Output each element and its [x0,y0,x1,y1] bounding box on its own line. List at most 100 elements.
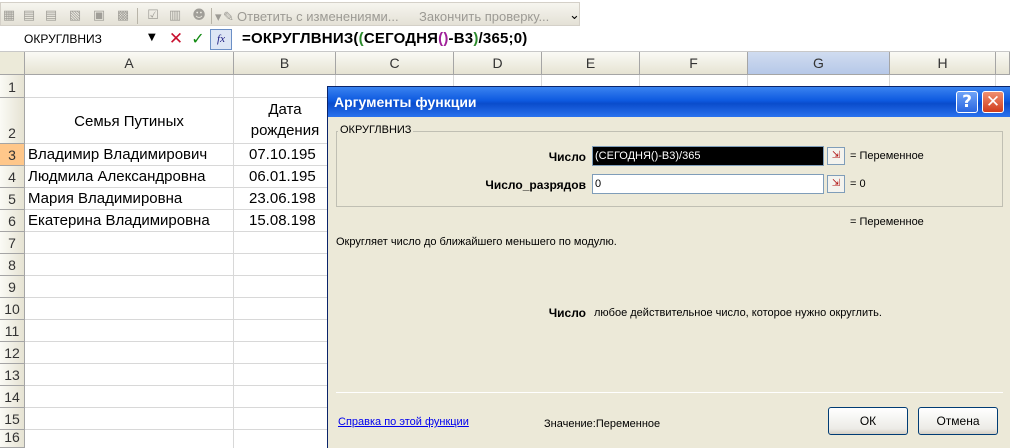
column-header-c[interactable]: C [336,52,454,75]
column-header-b[interactable]: B [234,52,336,75]
row-number: 10 [4,301,20,317]
row-number: 4 [8,169,16,185]
name-box-value: ОКРУГЛВНИЗ [24,32,102,46]
row-header-9[interactable]: 9 [0,276,25,298]
toolbar-separator [211,8,212,24]
row-number: 6 [8,213,16,229]
show-comment-icon[interactable]: ▧ [67,8,83,24]
cell-a2[interactable]: Семья Путиных [25,113,233,130]
row-header-6[interactable]: 6 [0,210,25,232]
row-number: 9 [8,279,16,295]
cell-b5[interactable]: 23.06.198 [249,190,335,207]
arg-desc-label: Число [548,306,586,320]
ok-button[interactable]: ОК [828,407,908,435]
next-comment-icon[interactable]: ▤ [43,8,59,24]
column-header-g[interactable]: G [748,52,890,75]
cell-b2-line1[interactable]: Дата [235,101,335,118]
row-header-11[interactable]: 11 [0,320,25,342]
send-icon[interactable]: ☻ [191,8,207,24]
name-box-dropdown-icon[interactable]: ▼ [148,32,156,43]
function-help-link[interactable]: Справка по этой функции [338,416,469,428]
arg-label-number: Число [548,150,586,164]
row-header-15[interactable]: 15 [0,408,25,430]
dialog-title: Аргументы функции [334,94,477,110]
row-number: 3 [8,147,16,163]
delete-comment-icon[interactable]: ▩ [115,8,131,24]
column-header-e[interactable]: E [542,52,640,75]
result-value-label: Значение: [544,418,596,430]
row-header-12[interactable]: 12 [0,342,25,364]
create-task-icon[interactable]: ☑ [145,8,161,24]
cell-b3[interactable]: 07.10.195 [249,146,335,163]
cell-a4[interactable]: Людмила Александровна [28,168,232,185]
formula-part: /365;0) [478,30,528,47]
formula-part: =ОКРУГЛВНИЗ( [242,30,359,47]
row-number: 2 [8,125,16,141]
row-number: 5 [8,191,16,207]
row-header-13[interactable]: 13 [0,364,25,386]
row-header-3[interactable]: 3 [0,144,25,166]
reviewing-icon[interactable]: ▦ [1,8,17,24]
row-header-8[interactable]: 8 [0,254,25,276]
show-all-comments-icon[interactable]: ▣ [91,8,107,24]
column-header-h[interactable]: H [890,52,996,75]
arguments-group [336,131,1003,207]
row-header-16[interactable]: 16 [0,429,25,448]
cancel-formula-icon[interactable]: ✕ [168,29,184,49]
cell-a3[interactable]: Владимир Владимирович [28,146,232,163]
row-header-14[interactable]: 14 [0,386,25,408]
row-header-7[interactable]: 7 [0,232,25,254]
group-label: ОКРУГЛВНИЗ [338,124,414,136]
column-header-a[interactable]: A [25,52,234,75]
formula-bar: ОКРУГЛВНИЗ ▼ ✕ ✓ fx =ОКРУГЛВНИЗ((СЕГОДНЯ… [0,28,1010,52]
formula-input[interactable]: =ОКРУГЛВНИЗ((СЕГОДНЯ()-B3)/365;0) [242,30,527,47]
close-icon[interactable]: ✕ [982,91,1004,113]
result-value: Значение:Переменное [544,418,660,430]
num-digits-result: = 0 [850,178,866,190]
enter-formula-icon[interactable]: ✓ [190,29,206,49]
previous-comment-icon[interactable]: ▤ [21,8,37,24]
number-collapse-icon[interactable]: ⇲ [827,147,845,165]
toolbar-strip: ▦ ▤ ▤ ▧ ▣ ▩ ☑ ▥ ☻ ▾ ✎ Ответить с изменен… [0,2,580,26]
reply-dropdown-glyph[interactable]: ▾ [215,9,222,25]
function-arguments-dialog: Аргументы функции ? ✕ ОКРУГЛВНИЗ Число (… [327,86,1010,448]
name-box[interactable]: ОКРУГЛВНИЗ ▼ [2,29,160,50]
row-number: 11 [4,323,20,339]
end-review-button[interactable]: Закончить проверку... [419,9,549,24]
cell-a5[interactable]: Мария Владимировна [28,190,232,207]
column-header-d[interactable]: D [454,52,542,75]
result-value-text: Переменное [595,418,661,430]
toolbar-options-chevron-icon[interactable]: ⌄ [569,7,580,23]
insert-function-button[interactable]: fx [210,29,232,50]
row-header-1[interactable]: 1 [0,75,25,98]
number-result: = Переменное [850,150,924,162]
row-header-2[interactable]: 2 [0,98,25,144]
dialog-separator [336,392,1003,393]
formula-part: СЕГОДНЯ [363,30,439,47]
num-digits-input[interactable]: 0 [592,174,824,194]
row-header-10[interactable]: 10 [0,298,25,320]
cell-b6[interactable]: 15.08.198 [249,212,335,229]
cell-b2-line2[interactable]: рождения [235,122,335,139]
select-all-corner[interactable] [0,52,25,75]
number-input[interactable]: (СЕГОДНЯ()-B3)/365 [592,146,824,166]
num-digits-collapse-icon[interactable]: ⇲ [827,175,845,193]
reply-with-changes-button[interactable]: Ответить с изменениями... [237,9,399,24]
row-number: 12 [4,345,20,361]
arg-desc-text: любое действительное число, которое нужн… [594,307,882,319]
cell-a6[interactable]: Екатерина Владимировна [28,212,232,229]
cancel-button[interactable]: Отмена [918,407,998,435]
row-number: 8 [8,257,16,273]
row-header-4[interactable]: 4 [0,166,25,188]
reviewing-toolbar: ▦ ▤ ▤ ▧ ▣ ▩ ☑ ▥ ☻ ▾ ✎ Ответить с изменен… [0,0,1010,28]
row-header-5[interactable]: 5 [0,188,25,210]
dialog-titlebar[interactable]: Аргументы функции ? ✕ [328,87,1010,117]
row-number: 7 [8,235,16,251]
update-file-icon[interactable]: ▥ [167,8,183,24]
cell-b4[interactable]: 06.01.195 [249,168,335,185]
column-header-partial[interactable] [996,52,1010,75]
row-number: 14 [4,389,20,405]
column-header-f[interactable]: F [640,52,748,75]
help-icon[interactable]: ? [956,91,978,113]
reply-with-changes-icon[interactable]: ✎ [223,9,234,25]
